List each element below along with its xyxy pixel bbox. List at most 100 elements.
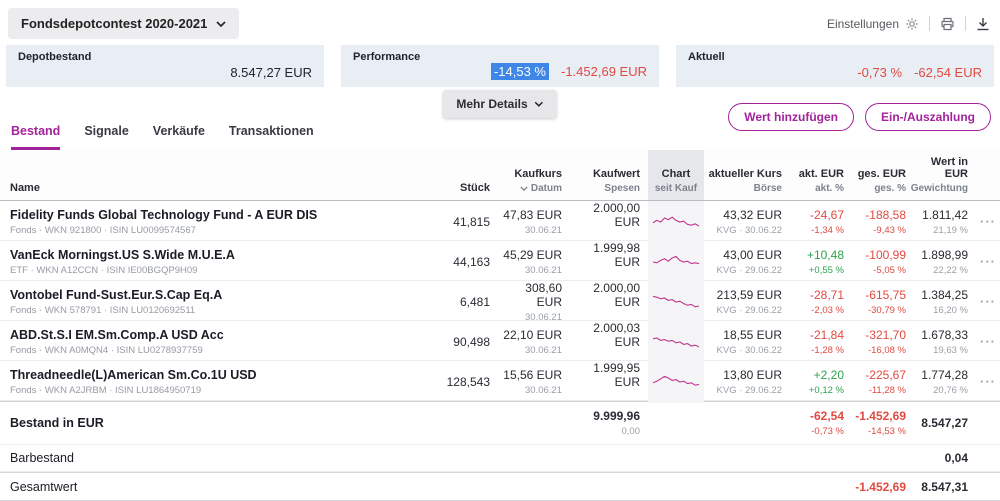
portfolio-selector-dropdown[interactable]: Fondsdepotcontest 2020-2021 (8, 8, 239, 39)
fund-name-link[interactable]: Threadneedle(L)American Sm.Co.1U USD (10, 368, 434, 382)
fund-meta: Fonds · WKN 921800 · ISIN LU0099574567 (10, 225, 434, 236)
kaufkurs-value: 15,56 EUR (498, 368, 562, 382)
fund-name-link[interactable]: ABD.St.S.I EM.Sm.Comp.A USD Acc (10, 328, 434, 342)
card-aktuell: Aktuell -0,73 % -62,54 EUR (676, 45, 994, 87)
download-icon (976, 17, 990, 31)
gewichtung-value: 20,76 % (914, 385, 968, 396)
header-chart: Chart seit Kauf (648, 150, 704, 200)
kaufkurs-value: 308,60 EUR (498, 281, 562, 309)
wert-value: 1.898,99 (914, 248, 968, 262)
header-ges-eur: ges. EUR ges. % (852, 150, 914, 200)
chevron-down-icon (216, 21, 226, 27)
ges-eur-value: -188,58 (852, 208, 906, 222)
table-row: ABD.St.S.I EM.Sm.Comp.A USD Acc Fonds · … (0, 321, 1000, 361)
holdings-table: Name Stück Kaufkurs Datum Kaufwert Spese… (0, 150, 1000, 501)
sparkline-chart (648, 361, 704, 403)
akt-eur-value: -28,71 (790, 288, 844, 302)
total-wert: 8.547,27 (914, 416, 968, 430)
depot-value: 8.547,27 EUR (230, 65, 312, 80)
kurs-value: 13,80 EUR (704, 368, 782, 382)
kurs-value: 43,32 EUR (704, 208, 782, 222)
sparkline-chart (648, 321, 704, 363)
total-spesen: 0,00 (570, 426, 640, 437)
kaufwert-value: 2.000,00 EUR (570, 201, 640, 229)
akt-pct-value: -1,34 % (790, 225, 844, 236)
fund-name-link[interactable]: Vontobel Fund-Sust.Eur.S.Cap Eq.A (10, 288, 434, 302)
settings-button[interactable]: Einstellungen (827, 17, 919, 31)
card-title: Aktuell (688, 51, 982, 63)
deposit-withdrawal-button[interactable]: Ein-/Auszahlung (865, 103, 991, 131)
ges-eur-value: -225,67 (852, 368, 906, 382)
datum-value: 30.06.21 (498, 265, 562, 276)
kaufkurs-value: 22,10 EUR (498, 328, 562, 342)
row-menu-icon[interactable]: ··· (980, 334, 996, 349)
aktuell-value: -62,54 EUR (914, 65, 982, 80)
gewichtung-value: 19,63 % (914, 345, 968, 356)
fund-meta: ETF · WKN A12CCN · ISIN IE00BGQP9H09 (10, 265, 434, 276)
wert-value: 1.774,28 (914, 368, 968, 382)
barbestand-label: Barbestand (10, 451, 74, 465)
totals-row-bestand: Bestand in EUR 9.999,960,00 -62,54-0,73 … (0, 401, 1000, 445)
boerse-value: KVG · 30.06.22 (704, 345, 782, 356)
table-row: Fidelity Funds Global Technology Fund - … (0, 201, 1000, 241)
more-details-button[interactable]: Mehr Details (443, 90, 556, 118)
stueck-value: 6,481 (440, 295, 490, 309)
total-akt-pct: -0,73 % (790, 426, 844, 437)
print-button[interactable] (940, 17, 955, 31)
header-wert: Wert in EUR Gewichtung (914, 150, 976, 200)
performance-percent-highlighted: -14,53 % (491, 63, 549, 80)
total-kaufwert: 9.999,96 (570, 409, 640, 423)
akt-pct-value: +0,55 % (790, 265, 844, 276)
total-akt-eur: -62,54 (790, 409, 844, 423)
kurs-value: 43,00 EUR (704, 248, 782, 262)
row-menu-icon[interactable]: ··· (980, 254, 996, 269)
table-row: Vontobel Fund-Sust.Eur.S.Cap Eq.A Fonds … (0, 281, 1000, 321)
akt-eur-value: +2,20 (790, 368, 844, 382)
fund-name-link[interactable]: Fidelity Funds Global Technology Fund - … (10, 208, 434, 222)
card-title: Performance (353, 51, 647, 63)
printer-icon (940, 17, 955, 31)
stueck-value: 128,543 (440, 375, 490, 389)
kaufkurs-value: 47,83 EUR (498, 208, 562, 222)
ges-eur-value: -100,99 (852, 248, 906, 262)
row-menu-icon[interactable]: ··· (980, 294, 996, 309)
header-stueck: Stück (440, 150, 498, 200)
tab-verkaeufe[interactable]: Verkäufe (153, 124, 205, 150)
download-button[interactable] (976, 17, 990, 31)
stueck-value: 41,815 (440, 215, 490, 229)
akt-eur-value: +10,48 (790, 248, 844, 262)
barbestand-wert: 0,04 (914, 451, 968, 465)
gesamtwert-wert: 8.547,31 (914, 480, 968, 494)
fund-name-link[interactable]: VanEck Morningst.US S.Wide M.U.E.A (10, 248, 434, 262)
aktuell-percent: -0,73 % (857, 65, 902, 80)
portfolio-selector-label: Fondsdepotcontest 2020-2021 (21, 16, 207, 31)
kaufwert-value: 2.000,00 EUR (570, 281, 640, 309)
total-ges-pct: -14,53 % (852, 426, 906, 437)
stueck-value: 90,498 (440, 335, 490, 349)
tab-transaktionen[interactable]: Transaktionen (229, 124, 314, 150)
kaufwert-value: 1.999,95 EUR (570, 361, 640, 389)
header-kaufkurs-sortable[interactable]: Kaufkurs Datum (498, 150, 570, 200)
akt-eur-value: -21,84 (790, 328, 844, 342)
row-menu-icon[interactable]: ··· (980, 374, 996, 389)
tab-bestand[interactable]: Bestand (11, 124, 60, 150)
kaufkurs-value: 45,29 EUR (498, 248, 562, 262)
table-header: Name Stück Kaufkurs Datum Kaufwert Spese… (0, 150, 1000, 201)
header-kaufwert: Kaufwert Spesen (570, 150, 648, 200)
fund-meta: Fonds · WKN A0MQN4 · ISIN LU0278937759 (10, 345, 434, 356)
more-details-label: Mehr Details (456, 97, 527, 111)
ges-eur-value: -615,75 (852, 288, 906, 302)
card-performance: Performance -14,53 % -1.452,69 EUR (341, 45, 659, 87)
ges-pct-value: -30,79 % (852, 305, 906, 316)
add-value-button[interactable]: Wert hinzufügen (728, 103, 854, 131)
tab-signale[interactable]: Signale (84, 124, 128, 150)
stueck-value: 44,163 (440, 255, 490, 269)
header-menu (976, 150, 1000, 200)
middle-controls: Mehr Details Wert hinzufügen Ein-/Auszah… (0, 87, 1000, 118)
topbar-actions: Einstellungen (827, 16, 990, 31)
header-akt-eur: akt. EUR akt. % (790, 150, 852, 200)
boerse-value: KVG · 29.06.22 (704, 305, 782, 316)
chevron-down-icon (535, 101, 544, 107)
row-menu-icon[interactable]: ··· (980, 214, 996, 229)
spesen-value (570, 392, 640, 403)
